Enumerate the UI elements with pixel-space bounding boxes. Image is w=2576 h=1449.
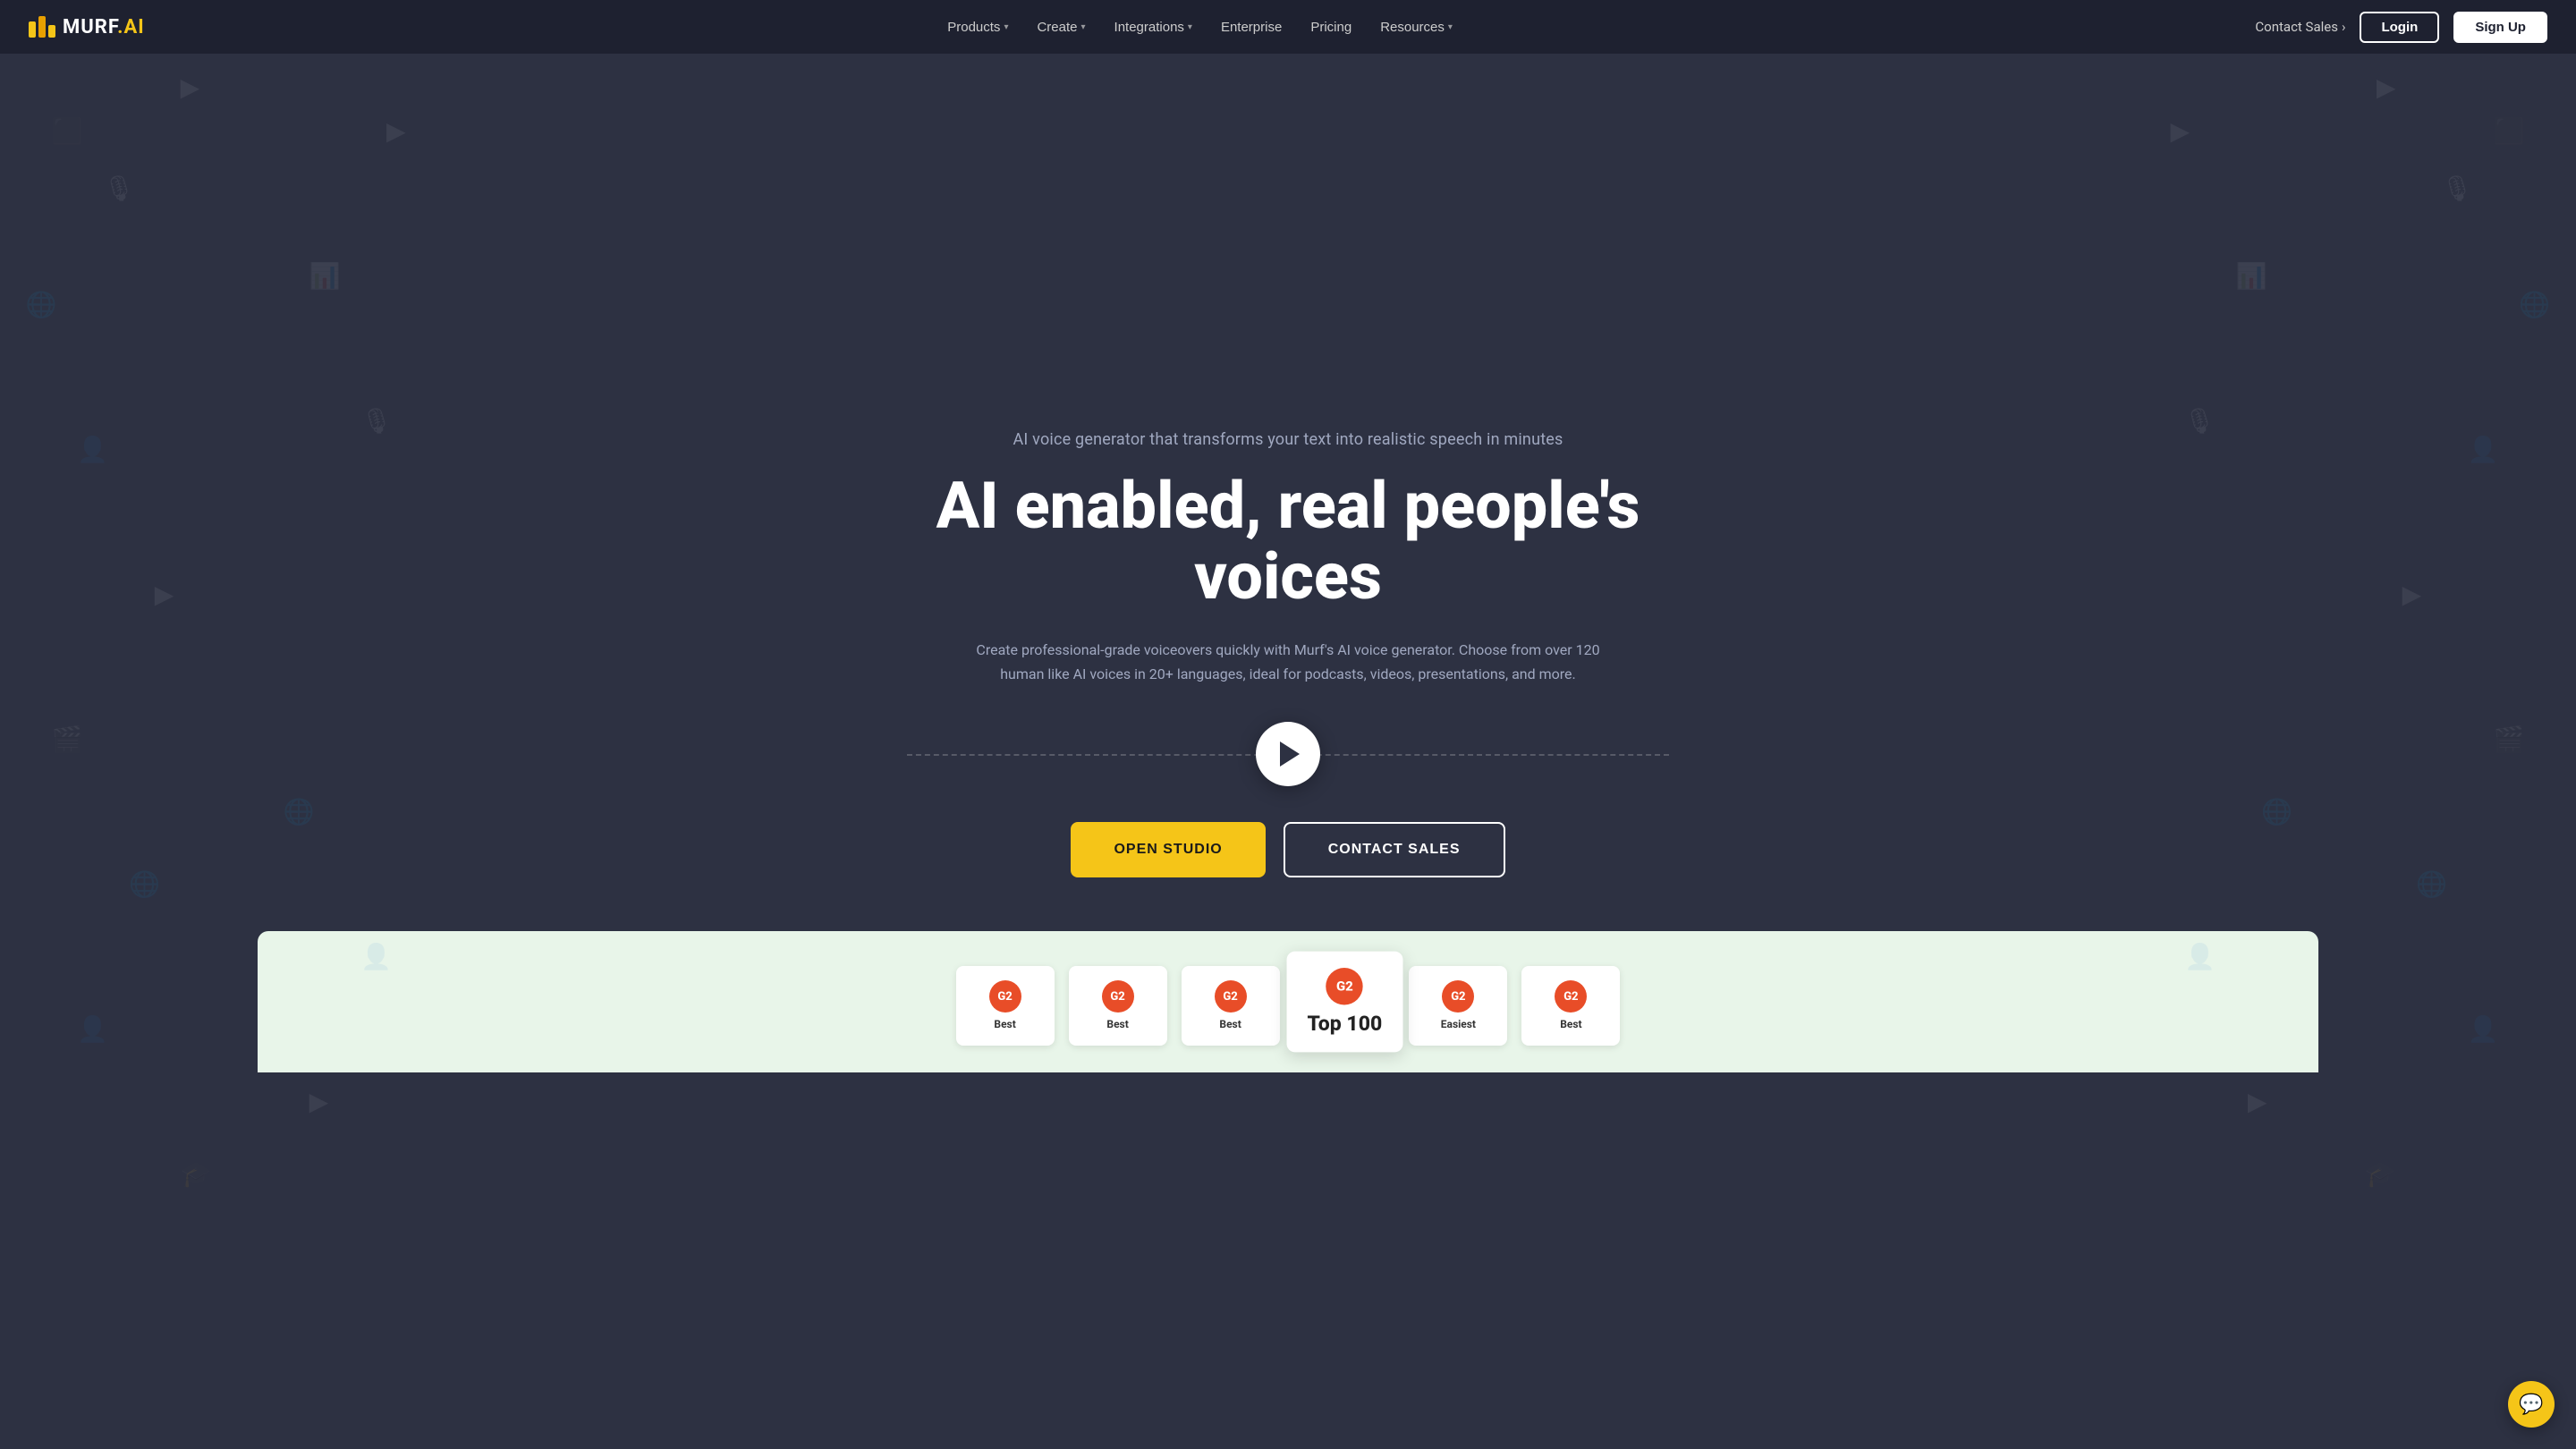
bg-icon: 👤 bbox=[2468, 435, 2499, 464]
nav-create[interactable]: Create ▾ bbox=[1024, 13, 1097, 42]
award-top100-label: Top 100 bbox=[1307, 1011, 1382, 1036]
g2-logo-2: G2 bbox=[1102, 980, 1134, 1013]
contact-sales-nav[interactable]: Contact Sales › bbox=[2255, 19, 2345, 35]
nav-integrations[interactable]: Integrations ▾ bbox=[1102, 13, 1205, 42]
bg-icon: ▶ bbox=[2248, 1087, 2267, 1116]
play-section bbox=[907, 722, 1669, 786]
award-label-1: Best bbox=[994, 1018, 1015, 1030]
navbar: MURF.AI Products ▾ Create ▾ Integrations… bbox=[0, 0, 2576, 54]
hero-description: Create professional-grade voiceovers qui… bbox=[957, 638, 1619, 686]
bg-icon: 📊 bbox=[2236, 261, 2267, 291]
bg-icon: ▶ bbox=[2402, 580, 2422, 609]
bg-icon: 👤 bbox=[77, 1014, 108, 1044]
award-label-3: Best bbox=[1219, 1018, 1241, 1030]
chevron-down-icon: ▾ bbox=[1081, 22, 1086, 32]
award-badge-2: G2 Best bbox=[1069, 966, 1167, 1045]
bg-icon: 🌐 bbox=[129, 869, 160, 899]
g2-logo-3: G2 bbox=[1215, 980, 1247, 1013]
bg-icon: 🎬 bbox=[2494, 724, 2525, 754]
logo[interactable]: MURF.AI bbox=[29, 16, 145, 38]
bg-icon: 🌐 bbox=[2261, 797, 2292, 826]
award-badge-3: G2 Best bbox=[1182, 966, 1280, 1045]
open-studio-button[interactable]: OPEN STUDIO bbox=[1071, 822, 1265, 877]
bg-icon: 🌐 bbox=[2416, 869, 2447, 899]
logo-bar-3 bbox=[48, 25, 55, 38]
logo-suffix: .AI bbox=[117, 16, 145, 38]
bg-icon: 🎙 bbox=[360, 406, 393, 436]
logo-text: MURF.AI bbox=[63, 16, 145, 38]
g2-logo-5: G2 bbox=[1555, 980, 1587, 1013]
bg-icon: ▶ bbox=[181, 72, 200, 102]
logo-icon bbox=[29, 16, 55, 38]
contact-sales-button[interactable]: CONTACT SALES bbox=[1284, 822, 1505, 877]
hero-title: AI enabled, real people's voices bbox=[907, 470, 1669, 612]
bg-icon: ⬛ bbox=[52, 116, 83, 146]
g2-logo-1: G2 bbox=[989, 980, 1021, 1013]
chat-bubble[interactable]: 💬 bbox=[2508, 1381, 2555, 1428]
bg-icon: ▶ bbox=[309, 1087, 329, 1116]
bg-icon: 🌐 bbox=[2519, 290, 2550, 319]
cta-buttons: OPEN STUDIO CONTACT SALES bbox=[907, 822, 1669, 877]
bg-icon: 👤 bbox=[77, 435, 108, 464]
hero-content: AI voice generator that transforms your … bbox=[886, 430, 1690, 877]
nav-enterprise[interactable]: Enterprise bbox=[1208, 13, 1294, 42]
bg-icon: 🎬 bbox=[52, 724, 83, 754]
bg-icon: 🎓 bbox=[181, 1159, 212, 1189]
bg-icon: ▶ bbox=[2377, 72, 2396, 102]
bg-icon: 🎙 bbox=[2183, 406, 2216, 436]
g2-logo-featured: G2 bbox=[1326, 968, 1362, 1004]
award-label-4: Easiest bbox=[1441, 1018, 1476, 1030]
bg-icon: 📊 bbox=[309, 261, 341, 291]
nav-links: Products ▾ Create ▾ Integrations ▾ Enter… bbox=[935, 13, 1465, 42]
hero-subtitle: AI voice generator that transforms your … bbox=[907, 430, 1669, 449]
nav-pricing[interactable]: Pricing bbox=[1298, 13, 1364, 42]
chevron-down-icon: ▾ bbox=[1448, 22, 1453, 32]
bg-icon: 👤 bbox=[2468, 1014, 2499, 1044]
nav-resources[interactable]: Resources ▾ bbox=[1368, 13, 1465, 42]
award-label-5: Best bbox=[1560, 1018, 1581, 1030]
play-icon bbox=[1280, 741, 1300, 767]
nav-products[interactable]: Products ▾ bbox=[935, 13, 1021, 42]
signup-button[interactable]: Sign Up bbox=[2453, 12, 2547, 43]
bg-icon: 🌐 bbox=[26, 290, 57, 319]
bg-icon: 🎙 bbox=[2441, 174, 2473, 203]
bg-icon: ▶ bbox=[2170, 116, 2190, 146]
award-badge-featured: G2 Top 100 bbox=[1286, 952, 1402, 1053]
awards-section: G2 Best G2 Best G2 Best G2 Top 100 G2 Ea… bbox=[258, 931, 2318, 1072]
chevron-down-icon: ▾ bbox=[1188, 22, 1192, 32]
award-badge-1: G2 Best bbox=[956, 966, 1055, 1045]
logo-bar-1 bbox=[29, 21, 36, 38]
bg-icon: 🌐 bbox=[284, 797, 315, 826]
bg-icon: ⬛ bbox=[2494, 116, 2525, 146]
login-button[interactable]: Login bbox=[2360, 12, 2439, 43]
bg-icon: 🎙 bbox=[103, 174, 135, 203]
g2-logo-4: G2 bbox=[1442, 980, 1474, 1013]
nav-right: Contact Sales › Login Sign Up bbox=[2255, 12, 2547, 43]
award-label-2: Best bbox=[1106, 1018, 1128, 1030]
chevron-down-icon: ▾ bbox=[1004, 22, 1008, 32]
bg-icon: 🎓 bbox=[2365, 1159, 2396, 1189]
play-button[interactable] bbox=[1256, 722, 1320, 786]
arrow-right-icon: › bbox=[2342, 19, 2346, 35]
award-badge-4: G2 Easiest bbox=[1409, 966, 1507, 1045]
bg-icon: ▶ bbox=[386, 116, 406, 146]
logo-bar-2 bbox=[38, 16, 46, 38]
award-badge-5: G2 Best bbox=[1521, 966, 1620, 1045]
hero-section: ⬛ ▶ 🎙 🌐 👤 ▶ 🎬 🌐 👤 🎓 ▶ 📊 🎙 🌐 👤 ▶ ⬛ ▶ 🎙 🌐 … bbox=[0, 0, 2576, 1449]
chat-icon: 💬 bbox=[2519, 1394, 2543, 1416]
bg-icon: ▶ bbox=[155, 580, 174, 609]
